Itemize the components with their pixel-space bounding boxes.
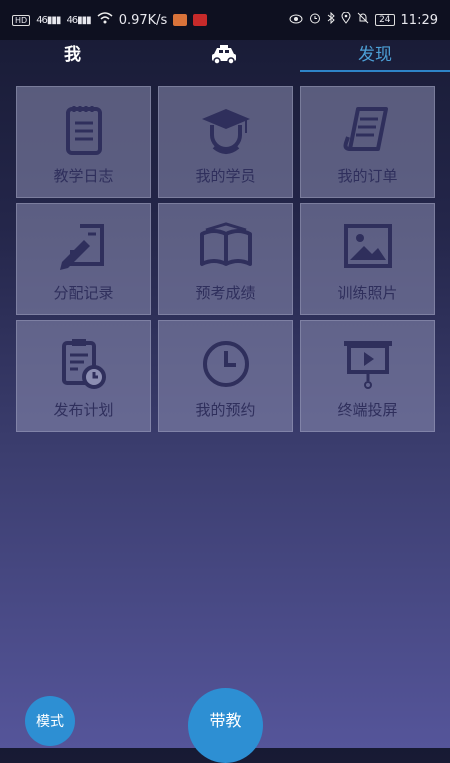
tile-label: 我的订单	[337, 167, 398, 185]
tile-label: 我的学员	[195, 167, 256, 185]
order-list-icon	[338, 103, 398, 159]
tile-label: 预考成绩	[195, 284, 256, 302]
picture-icon	[338, 220, 398, 276]
signal-label-2: 46	[66, 14, 78, 26]
location-icon	[341, 11, 351, 28]
teach-button[interactable]: 带教	[188, 688, 263, 763]
tile-my-orders[interactable]: 我的订单	[300, 86, 435, 198]
tile-publish-plan[interactable]: 发布计划	[16, 320, 151, 432]
status-bar-right: 24 11:29	[289, 11, 438, 28]
network-speed: 0.97K/s	[118, 12, 168, 28]
car-icon[interactable]	[210, 44, 238, 66]
clock-time: 11:29	[400, 12, 438, 28]
tile-label: 训练照片	[337, 284, 398, 302]
clock-icon	[196, 337, 256, 393]
tile-label: 终端投屏	[337, 401, 398, 419]
mode-button[interactable]: 模式	[25, 696, 75, 746]
alarm-icon	[309, 12, 321, 28]
tile-label: 教学日志	[53, 167, 114, 185]
feature-grid: 教学日志 我的学员 我的订单 分配记录 预考成绩 训练照片 发布计划 我的预约 …	[16, 86, 436, 432]
app-notification-icon	[193, 14, 208, 26]
status-bar: HD 46▮▮▮ 46▮▮▮ 0.97K/s 24 11:29	[0, 0, 450, 40]
tile-allocation-records[interactable]: 分配记录	[16, 203, 151, 315]
tab-me[interactable]: 我	[64, 40, 81, 70]
tile-label: 我的预约	[195, 401, 256, 419]
status-bar-left: HD 46▮▮▮ 46▮▮▮ 0.97K/s	[12, 12, 208, 28]
graduate-icon	[196, 103, 256, 159]
mute-icon	[357, 12, 369, 28]
hd-badge: HD	[12, 14, 31, 26]
top-navigation: 我 发现	[0, 40, 450, 74]
eye-icon	[289, 13, 303, 28]
notebook-icon	[54, 103, 114, 159]
edit-note-icon	[54, 220, 114, 276]
projector-play-icon	[338, 337, 398, 393]
tile-label: 分配记录	[53, 284, 114, 302]
tab-discover[interactable]: 发现	[300, 40, 450, 70]
bluetooth-icon	[327, 11, 335, 28]
tile-terminal-screencast[interactable]: 终端投屏	[300, 320, 435, 432]
tile-my-students[interactable]: 我的学员	[158, 86, 293, 198]
tile-my-appointments[interactable]: 我的预约	[158, 320, 293, 432]
active-tab-indicator	[300, 70, 450, 72]
app-notification-icon	[173, 14, 188, 26]
open-book-icon	[196, 220, 256, 276]
clipboard-timer-icon	[54, 337, 114, 393]
tile-teaching-log[interactable]: 教学日志	[16, 86, 151, 198]
tile-label: 发布计划	[53, 401, 114, 419]
signal-label-1: 46	[36, 14, 48, 26]
tile-training-photos[interactable]: 训练照片	[300, 203, 435, 315]
tile-mock-exam-scores[interactable]: 预考成绩	[158, 203, 293, 315]
signal-icon: 46▮▮▮	[66, 14, 91, 26]
wifi-icon	[97, 12, 113, 28]
signal-icon: 46▮▮▮	[36, 14, 61, 26]
battery-indicator: 24	[375, 14, 395, 26]
